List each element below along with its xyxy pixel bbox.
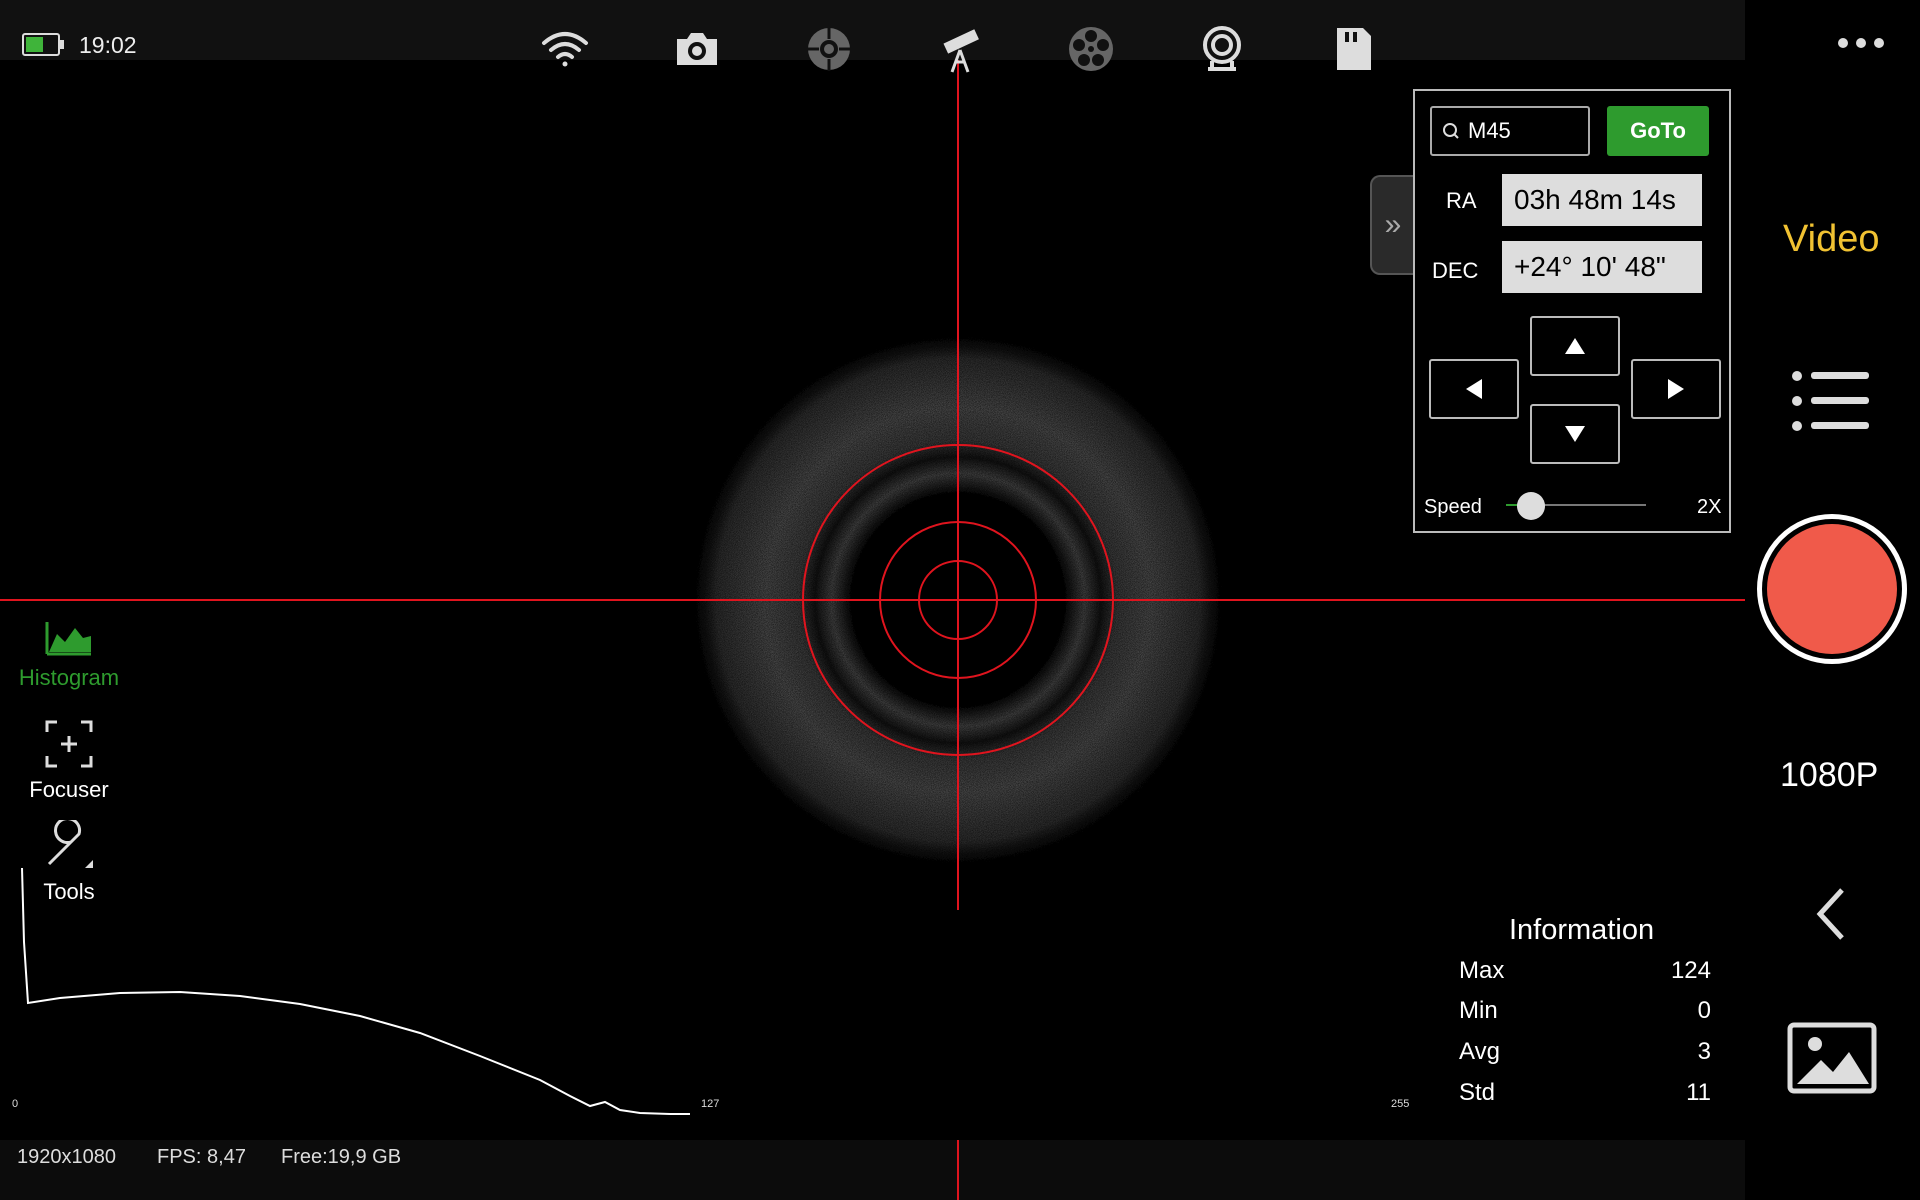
back-chevron-icon[interactable] (1812, 886, 1852, 947)
focuser-label: Focuser (29, 777, 109, 802)
focuser-tool[interactable]: Focuser (0, 720, 138, 803)
wifi-icon[interactable] (536, 20, 594, 78)
histogram-tick-max: 255 (1391, 1098, 1410, 1110)
menu-list-icon[interactable] (1791, 368, 1871, 439)
info-label: Min (1459, 997, 1498, 1024)
slew-up-button[interactable] (1530, 316, 1620, 376)
slew-down-button[interactable] (1530, 404, 1620, 464)
camera-icon[interactable] (668, 20, 726, 78)
focuser-device-icon[interactable] (1193, 20, 1251, 78)
info-row-min: Min 0 (1459, 997, 1711, 1037)
info-value: 124 (1670, 957, 1711, 984)
triangle-down-icon (1565, 426, 1585, 442)
sd-card-icon[interactable] (1324, 20, 1382, 78)
info-label: Avg (1459, 1038, 1500, 1065)
search-icon (1443, 123, 1459, 139)
crosshair-icon[interactable] (800, 20, 858, 78)
histogram-chart-icon (45, 622, 91, 656)
info-label: Max (1459, 957, 1505, 984)
more-icon[interactable] (1836, 36, 1896, 56)
dec-label: DEC (1432, 258, 1479, 283)
goto-button[interactable]: GoTo (1607, 106, 1709, 156)
info-value: 11 (1686, 1079, 1711, 1106)
footer-free-space: Free:19,9 GB (281, 1146, 402, 1168)
reticle-line-extension (957, 1140, 959, 1200)
triangle-right-icon (1668, 379, 1684, 399)
top-bar (0, 0, 1745, 60)
target-search-input[interactable] (1466, 117, 1580, 145)
info-label: Std (1459, 1079, 1496, 1106)
info-value: 0 (1697, 997, 1711, 1024)
info-row-std: Std 11 (1459, 1079, 1711, 1119)
histogram-tick-mid: 127 (701, 1098, 720, 1110)
double-chevron-right-icon: » (1384, 208, 1402, 241)
histogram-label: Histogram (18, 665, 120, 690)
target-search-field[interactable] (1430, 106, 1590, 156)
footer-fps: FPS: 8,47 (157, 1146, 246, 1168)
speed-slider-handle[interactable] (1517, 492, 1546, 520)
ra-value-field[interactable]: 03h 48m 14s (1502, 174, 1702, 226)
battery-icon (22, 33, 64, 56)
info-row-avg: Avg 3 (1459, 1038, 1711, 1078)
telescope-icon[interactable] (932, 20, 990, 78)
histogram-tick-min: 0 (12, 1098, 19, 1110)
tools-label: Tools (43, 879, 95, 904)
focus-frame-icon (45, 720, 93, 768)
wrench-icon (47, 817, 93, 868)
clock: 19:02 (79, 32, 137, 58)
histogram-tool[interactable]: Histogram (0, 620, 138, 691)
ra-label: RA (1446, 188, 1477, 213)
resolution-selector[interactable]: 1080P (1780, 756, 1878, 795)
speed-value: 2X (1697, 496, 1722, 518)
triangle-left-icon (1466, 379, 1482, 399)
speed-slider[interactable] (1506, 488, 1646, 524)
info-row-max: Max 124 (1459, 957, 1711, 997)
record-button[interactable] (1757, 514, 1907, 664)
gallery-image-icon[interactable] (1787, 1022, 1877, 1099)
triangle-up-icon (1565, 338, 1585, 354)
information-title: Information (1509, 914, 1655, 946)
dec-value-field[interactable]: +24° 10' 48" (1502, 241, 1702, 293)
slew-right-button[interactable] (1631, 359, 1721, 419)
speed-label: Speed (1424, 496, 1482, 518)
tools-tool[interactable]: Tools (0, 817, 138, 905)
mode-video-label[interactable]: Video (1783, 218, 1880, 261)
info-value: 3 (1697, 1038, 1711, 1065)
footer-resolution: 1920x1080 (17, 1146, 116, 1168)
status-bar (0, 1140, 1745, 1200)
slew-left-button[interactable] (1429, 359, 1519, 419)
collapse-panel-button[interactable]: » (1370, 175, 1414, 275)
filter-wheel-icon[interactable] (1062, 20, 1120, 78)
